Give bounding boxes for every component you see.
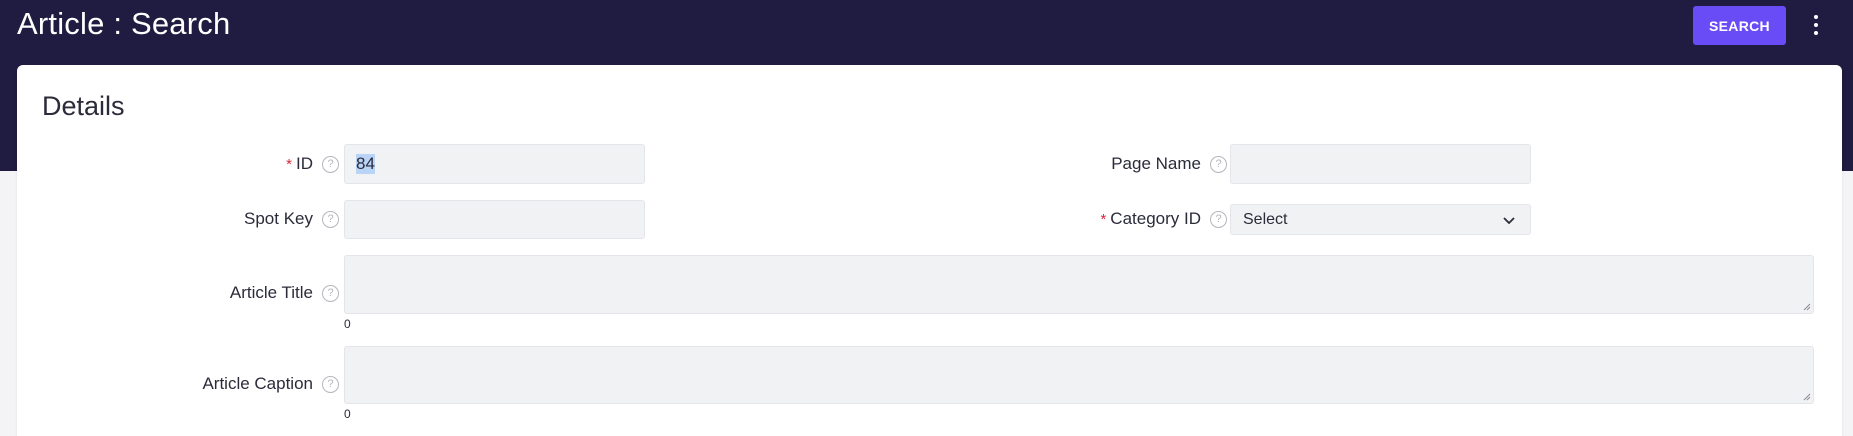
page-title: Article : Search bbox=[17, 6, 231, 41]
search-button[interactable]: SEARCH bbox=[1693, 6, 1786, 45]
id-input[interactable]: 84 bbox=[344, 144, 645, 184]
page-name-label-text: Page Name bbox=[1111, 154, 1201, 173]
help-circle-icon[interactable]: ? bbox=[322, 375, 339, 393]
help-circle-icon[interactable]: ? bbox=[322, 284, 339, 302]
article-title-label: Article Title ? bbox=[117, 281, 339, 305]
id-input-value: 84 bbox=[356, 154, 375, 174]
category-id-select[interactable]: Select bbox=[1230, 204, 1531, 235]
kebab-vertical-icon[interactable] bbox=[1806, 11, 1826, 39]
details-card: Details * ID ? 84 Page Name ? Spot Key ?… bbox=[17, 65, 1842, 436]
resize-handle-icon[interactable] bbox=[1801, 391, 1811, 401]
article-caption-textarea[interactable] bbox=[344, 346, 1814, 404]
spot-key-label: Spot Key ? bbox=[167, 207, 339, 231]
article-caption-char-count: 0 bbox=[344, 407, 351, 421]
article-title-label-text: Article Title bbox=[229, 283, 313, 302]
article-caption-label: Article Caption ? bbox=[117, 372, 339, 396]
required-mark: * bbox=[286, 155, 292, 173]
spot-key-input[interactable] bbox=[344, 200, 645, 239]
page-name-input[interactable] bbox=[1230, 144, 1531, 184]
category-id-label-text: Category ID bbox=[1110, 209, 1201, 228]
category-id-selected: Select bbox=[1243, 210, 1288, 228]
spot-key-label-text: Spot Key bbox=[244, 209, 313, 228]
help-circle-icon[interactable]: ? bbox=[322, 210, 339, 228]
article-title-textarea[interactable] bbox=[344, 255, 1814, 314]
help-circle-icon[interactable]: ? bbox=[1210, 155, 1227, 173]
chevron-down-icon bbox=[1503, 216, 1515, 224]
help-circle-icon[interactable]: ? bbox=[322, 155, 339, 173]
card-title: Details bbox=[42, 91, 125, 121]
resize-handle-icon[interactable] bbox=[1801, 301, 1811, 311]
required-mark: * bbox=[1100, 210, 1107, 228]
page-name-label: Page Name ? bbox=[917, 152, 1227, 176]
help-circle-icon[interactable]: ? bbox=[1210, 210, 1227, 228]
category-id-label: * Category ID ? bbox=[917, 207, 1227, 231]
id-label: * ID ? bbox=[167, 152, 339, 176]
id-label-text: ID bbox=[296, 154, 313, 173]
article-title-char-count: 0 bbox=[344, 317, 351, 331]
article-caption-label-text: Article Caption bbox=[202, 374, 313, 393]
